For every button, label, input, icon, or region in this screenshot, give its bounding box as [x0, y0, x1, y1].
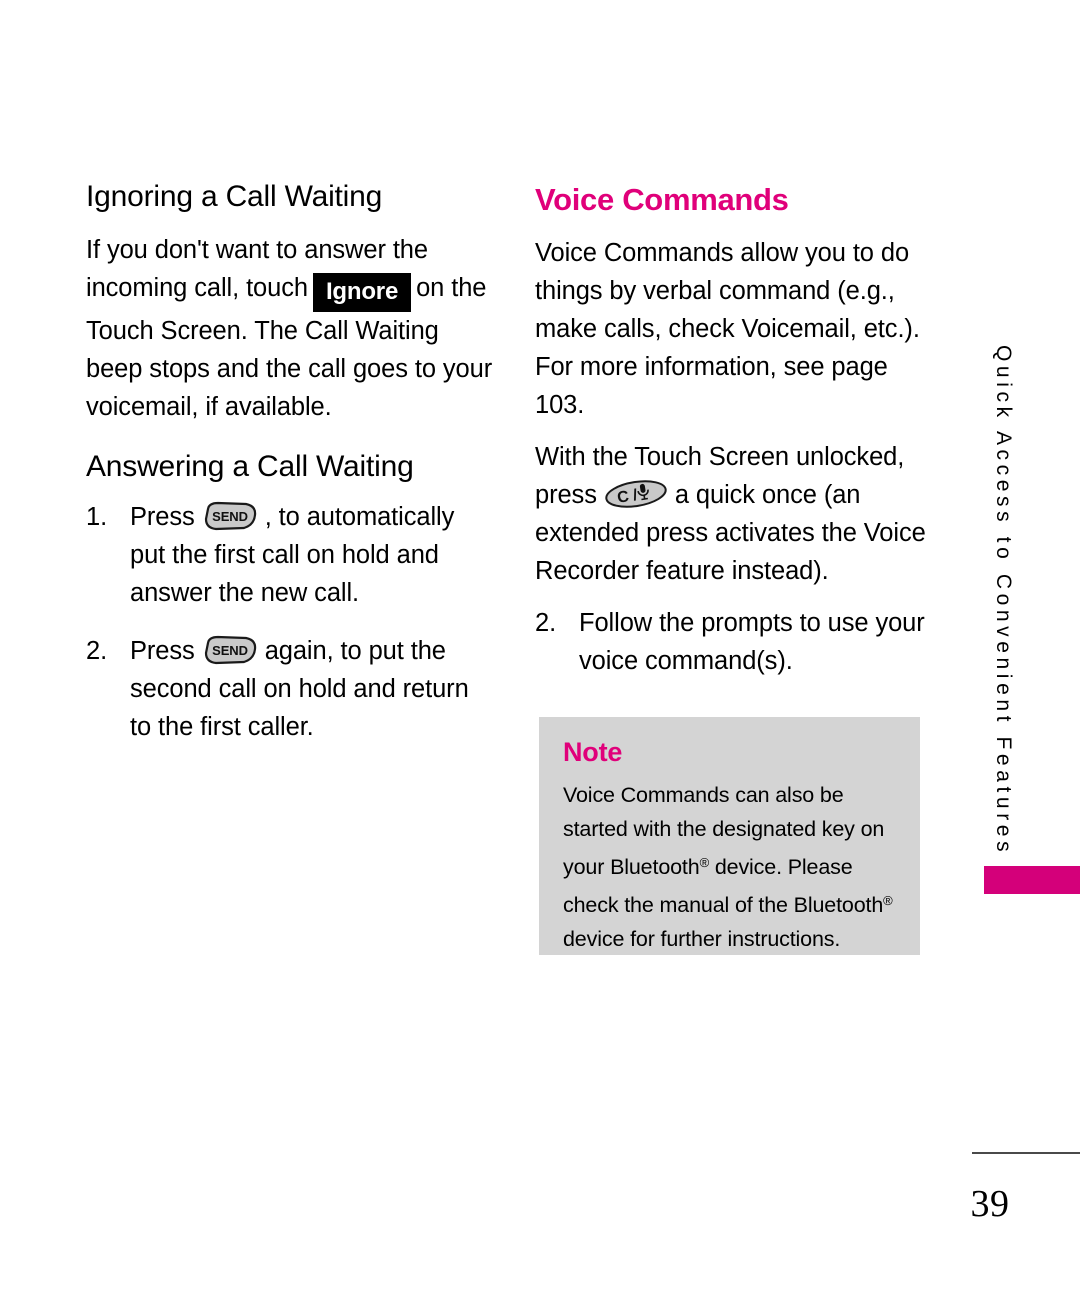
list-item-step-1: 1. Press SEND , to automatically put the … [86, 498, 496, 612]
note-line-5: further instructions. [660, 927, 841, 951]
heading-answering-a-call-waiting: Answering a Call Waiting [86, 449, 414, 483]
side-tab-color-bar [984, 866, 1080, 894]
step-number: 2. [535, 608, 557, 637]
page-number: 39 [970, 1183, 1010, 1225]
paragraph-ignoring-call-waiting: If you don't want to answer the incoming… [86, 231, 496, 426]
svg-text:C /: C / [616, 486, 639, 506]
send-key-icon: SEND [202, 635, 258, 665]
ignore-button-badge[interactable]: Ignore [312, 272, 412, 312]
step-text: Follow the prompts to use your voice com… [579, 608, 925, 675]
svg-text:SEND: SEND [212, 509, 248, 524]
registered-trademark-icon: ® [883, 893, 893, 908]
registered-trademark-icon: ® [699, 855, 710, 870]
note-line-4-rest: device for [563, 927, 655, 951]
note-line-3-bluetooth: Bluetooth [610, 855, 700, 879]
note-title: Note [563, 737, 623, 767]
note-body: Voice Commands can also be started with … [563, 778, 896, 956]
step-text-before-key: Press [130, 637, 195, 665]
list-item-step-2-voice: 2. Follow the prompts to use your voice c… [535, 604, 935, 680]
svg-text:SEND: SEND [212, 643, 248, 658]
step-number: 2. [86, 637, 108, 665]
send-key-icon: SEND [202, 501, 258, 531]
paragraph-voice-commands-instruction: With the Touch Screen unlocked, press C … [535, 438, 935, 590]
manual-page: Ignoring a Call Waiting If you don't wan… [0, 0, 1080, 1295]
heading-voice-commands: Voice Commands [535, 182, 789, 217]
footer-divider [972, 1152, 1080, 1154]
step-text-before-key: Press [130, 503, 195, 531]
heading-ignoring-a-call-waiting: Ignoring a Call Waiting [86, 180, 383, 213]
clear-voice-key-icon: C / [603, 477, 669, 511]
note-box: Note Voice Commands can also be started … [539, 717, 920, 955]
note-line-4-bluetooth: manual of the Bluetooth [659, 893, 884, 917]
step-number: 1. [86, 503, 108, 531]
side-tab-label: Quick Access to Convenient Features [992, 345, 1015, 857]
paragraph-voice-commands-intro: Voice Commands allow you to do things by… [535, 238, 920, 419]
list-item-step-2: 2. Press SEND again, to put the second ca… [86, 632, 496, 746]
right-column: Voice Commands Voice Commands allow you … [535, 182, 935, 700]
left-column: Ignoring a Call Waiting If you don't wan… [86, 180, 496, 766]
